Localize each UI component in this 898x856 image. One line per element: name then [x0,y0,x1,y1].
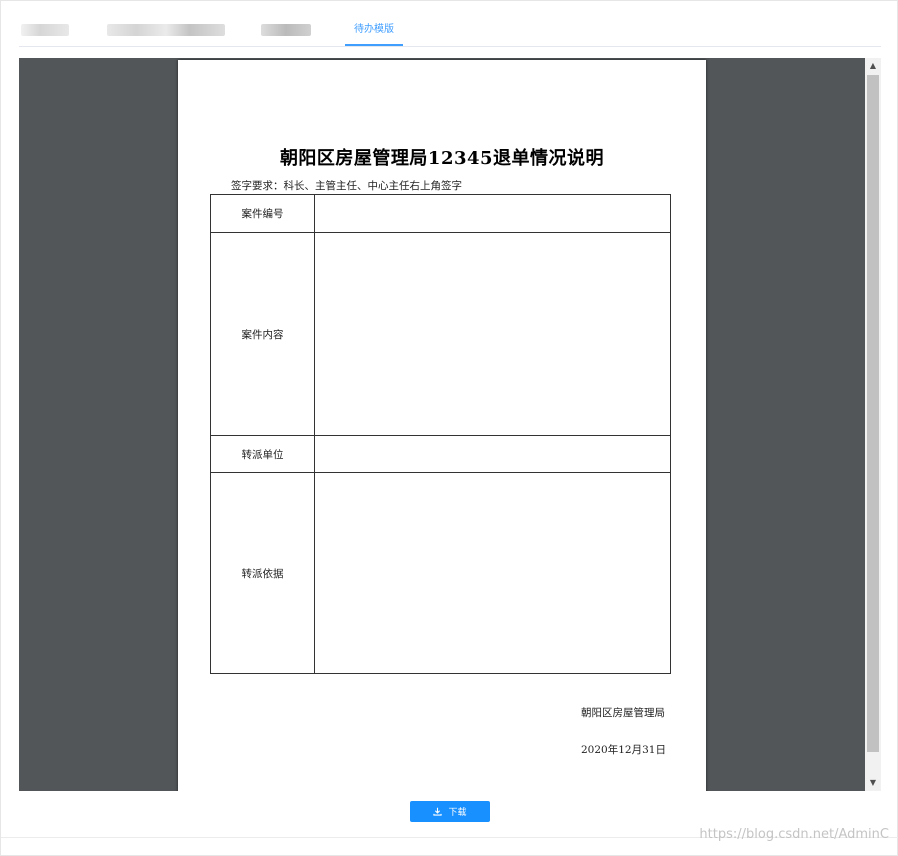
download-icon [433,807,443,816]
pdf-page: 朝阳区房屋管理局12345退单情况说明 签字要求：科长、主管主任、中心主任右上角… [178,60,706,791]
document-table: 案件编号 案件内容 转派单位 转派依据 [210,194,671,674]
footer-date: 2020年12月31日 [581,744,666,756]
tab-blurred-3[interactable] [261,24,311,36]
table-label: 转派单位 [211,436,315,472]
download-button-label: 下载 [448,808,467,818]
table-label: 转派依据 [211,473,315,674]
table-label: 案件编号 [211,195,315,232]
table-value-empty [315,436,670,472]
table-row-case-number: 案件编号 [211,195,670,232]
tab-blurred-1[interactable] [21,24,69,36]
sign-requirement: 签字要求：科长、主管主任、中心主任右上角签字 [231,180,462,192]
table-row-case-content: 案件内容 [211,232,670,435]
table-label: 案件内容 [211,233,315,435]
table-value-empty [315,195,670,232]
tab-bar: 待办模版 [19,15,881,47]
table-value-empty [315,233,670,435]
download-button[interactable]: 下载 [410,801,490,822]
scroll-up-arrow-icon[interactable]: ▲ [865,58,881,74]
pdf-viewer[interactable]: 朝阳区房屋管理局12345退单情况说明 签字要求：科长、主管主任、中心主任右上角… [19,58,881,791]
tab-todo-template[interactable]: 待办模版 [345,15,403,45]
footer-organization: 朝阳区房屋管理局 [581,707,665,719]
table-value-empty [315,473,670,674]
tab-blurred-2[interactable] [107,24,225,36]
scroll-thumb[interactable] [867,75,879,752]
tab-active-indicator [345,44,403,46]
table-row-transfer-basis: 转派依据 [211,472,670,674]
vertical-scrollbar[interactable]: ▲ ▼ [865,58,881,791]
watermark: https://blog.csdn.net/AdminC [699,827,889,842]
document-title: 朝阳区房屋管理局12345退单情况说明 [279,148,605,169]
app-frame: 待办模版 朝阳区房屋管理局12345退单情况说明 签字要求：科长、主管主任、中心… [0,0,898,856]
scroll-down-arrow-icon[interactable]: ▼ [865,775,881,791]
table-row-transfer-unit: 转派单位 [211,435,670,472]
